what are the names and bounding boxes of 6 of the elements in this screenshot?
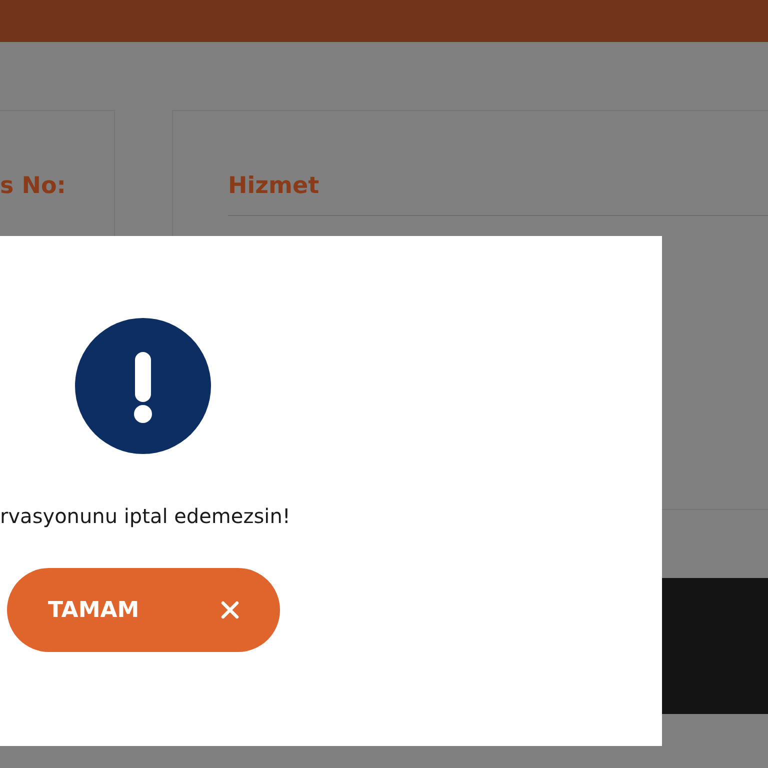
close-icon [220, 600, 240, 620]
card-heading: s No: [0, 173, 66, 199]
card-heading: Hizmet [228, 173, 320, 199]
alert-message: rvasyonunu iptal edemezsin! [0, 504, 290, 528]
ok-button[interactable]: TAMAM [7, 568, 280, 652]
exclamation-icon [75, 318, 211, 454]
